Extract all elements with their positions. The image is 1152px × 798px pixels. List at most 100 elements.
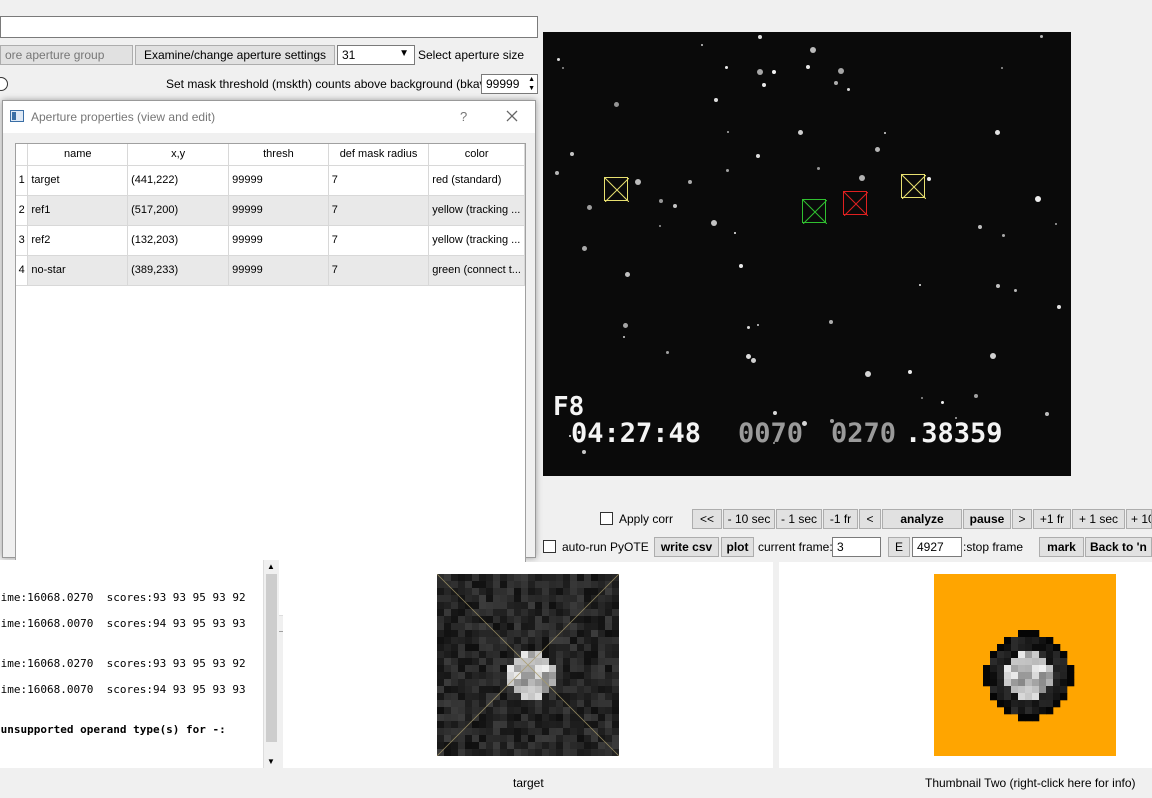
plot-button[interactable]: plot xyxy=(721,537,754,557)
thumbnail-one-label: target xyxy=(513,776,544,790)
cell-name[interactable]: no-star xyxy=(27,255,129,286)
step-back-button[interactable]: < xyxy=(859,509,881,529)
table-header: name x,y thresh def mask radius color xyxy=(16,144,525,166)
cell-color[interactable]: red (standard) xyxy=(428,165,525,196)
thumbnail-one-panel[interactable] xyxy=(283,562,773,768)
star-point xyxy=(1002,234,1005,237)
star-point xyxy=(582,450,586,454)
cell-radius[interactable]: 7 xyxy=(328,165,430,196)
aperture-ref2[interactable] xyxy=(604,177,629,202)
table-row[interactable]: 3 ref2 (132,203) 99999 7 yellow (trackin… xyxy=(16,225,525,256)
aperture-cross-icon xyxy=(902,175,926,199)
auto-run-pyote-checkbox[interactable] xyxy=(543,540,556,553)
star-point xyxy=(1035,196,1041,202)
cell-xy[interactable]: (517,200) xyxy=(127,195,230,226)
back-10-frames-button[interactable]: << xyxy=(692,509,722,529)
back-1-frame-button[interactable]: -1 fr xyxy=(823,509,858,529)
row-number[interactable]: 1 xyxy=(16,165,29,196)
cell-xy[interactable]: (441,222) xyxy=(127,165,230,196)
video-display[interactable]: F8 04:27:48 0070 0270 .38359 xyxy=(543,32,1071,476)
mask-threshold-spinbox[interactable]: 99999 ▲ ▼ xyxy=(481,74,538,94)
star-point xyxy=(688,180,692,184)
table-row[interactable]: 4 no-star (389,233) 99999 7 green (conne… xyxy=(16,255,525,286)
star-point xyxy=(727,131,729,133)
cell-color[interactable]: green (connect t... xyxy=(428,255,525,286)
back-10-sec-button[interactable]: - 10 sec xyxy=(723,509,775,529)
star-point xyxy=(884,132,886,134)
corner-header[interactable] xyxy=(16,144,29,166)
chevron-down-icon: ▼ xyxy=(399,48,409,59)
cell-name[interactable]: ref1 xyxy=(27,195,129,226)
star-point xyxy=(711,220,717,226)
row-number[interactable]: 2 xyxy=(16,195,29,226)
e-button[interactable]: E xyxy=(888,537,910,557)
scroll-down-icon[interactable]: ▼ xyxy=(267,757,275,766)
star-point xyxy=(555,171,559,175)
forward-1-frame-button[interactable]: +1 fr xyxy=(1033,509,1071,529)
close-icon[interactable] xyxy=(503,107,521,125)
star-point xyxy=(908,370,912,374)
star-point xyxy=(865,371,871,377)
cell-xy[interactable]: (389,233) xyxy=(127,255,230,286)
mark-button[interactable]: mark xyxy=(1039,537,1084,557)
cell-name[interactable]: target xyxy=(27,165,129,196)
examine-aperture-settings-button[interactable]: Examine/change aperture settings xyxy=(135,45,335,65)
cell-xy[interactable]: (132,203) xyxy=(127,225,230,256)
aperture-group-button[interactable]: ore aperture group xyxy=(0,45,133,65)
mask-radio[interactable] xyxy=(0,77,8,91)
star-point xyxy=(773,411,777,415)
aperture-no-star[interactable] xyxy=(802,199,827,224)
log-vertical-scrollbar[interactable]: ▲ ▼ xyxy=(263,560,279,768)
forward-1-sec-button[interactable]: + 1 sec xyxy=(1072,509,1125,529)
step-forward-button[interactable]: > xyxy=(1012,509,1032,529)
write-csv-button[interactable]: write csv xyxy=(654,537,719,557)
auto-run-pyote-label: auto-run PyOTE xyxy=(562,540,649,554)
cell-radius[interactable]: 7 xyxy=(328,195,430,226)
star-point xyxy=(810,47,816,53)
dialog-titlebar[interactable]: Aperture properties (view and edit) ? xyxy=(3,101,535,133)
column-header-thresh[interactable]: thresh xyxy=(228,144,329,166)
star-point xyxy=(798,130,803,135)
star-point xyxy=(875,147,880,152)
star-point xyxy=(762,83,766,87)
cell-name[interactable]: ref2 xyxy=(27,225,129,256)
cell-radius[interactable]: 7 xyxy=(328,255,430,286)
scrollbar-thumb[interactable] xyxy=(266,574,277,742)
help-icon[interactable]: ? xyxy=(460,109,467,124)
top-line-edit[interactable] xyxy=(0,16,538,38)
column-header-xy[interactable]: x,y xyxy=(127,144,230,166)
cell-color[interactable]: yellow (tracking ... xyxy=(428,195,525,226)
cell-thresh[interactable]: 99999 xyxy=(228,255,329,286)
scroll-up-icon[interactable]: ▲ xyxy=(267,562,275,571)
analyze-button[interactable]: analyze xyxy=(882,509,962,529)
back-to-button[interactable]: Back to 'n xyxy=(1085,537,1152,557)
cell-thresh[interactable]: 99999 xyxy=(228,165,329,196)
aperture-target[interactable] xyxy=(843,191,868,216)
pause-button[interactable]: pause xyxy=(963,509,1011,529)
row-number[interactable]: 3 xyxy=(16,225,29,256)
table-row[interactable]: 2 ref1 (517,200) 99999 7 yellow (trackin… xyxy=(16,195,525,226)
aperture-ref1[interactable] xyxy=(901,174,926,199)
star-point xyxy=(666,351,669,354)
table-row[interactable]: 1 target (441,222) 99999 7 red (standard… xyxy=(16,165,525,196)
cell-thresh[interactable]: 99999 xyxy=(228,195,329,226)
current-frame-label: current frame: xyxy=(758,540,833,554)
log-output[interactable]: time:16068.0270 scores:93 93 95 93 92 ti… xyxy=(0,560,263,768)
back-1-sec-button[interactable]: - 1 sec xyxy=(776,509,822,529)
apply-corr-checkbox[interactable] xyxy=(600,512,613,525)
cell-radius[interactable]: 7 xyxy=(328,225,430,256)
aperture-size-select[interactable]: 31 ▼ xyxy=(337,45,415,65)
star-point xyxy=(659,199,663,203)
forward-10-sec-button[interactable]: + 10 xyxy=(1126,509,1152,529)
cell-color[interactable]: yellow (tracking ... xyxy=(428,225,525,256)
current-frame-input[interactable]: 3 xyxy=(832,537,881,557)
star-point xyxy=(1040,35,1043,38)
cell-thresh[interactable]: 99999 xyxy=(228,225,329,256)
column-header-name[interactable]: name xyxy=(27,144,129,166)
star-point xyxy=(974,394,978,398)
column-header-mask-radius[interactable]: def mask radius xyxy=(328,144,430,166)
thumbnail-two-panel[interactable] xyxy=(779,562,1152,768)
row-number[interactable]: 4 xyxy=(16,255,29,286)
stop-frame-input[interactable]: 4927 xyxy=(912,537,962,557)
column-header-color[interactable]: color xyxy=(428,144,525,166)
